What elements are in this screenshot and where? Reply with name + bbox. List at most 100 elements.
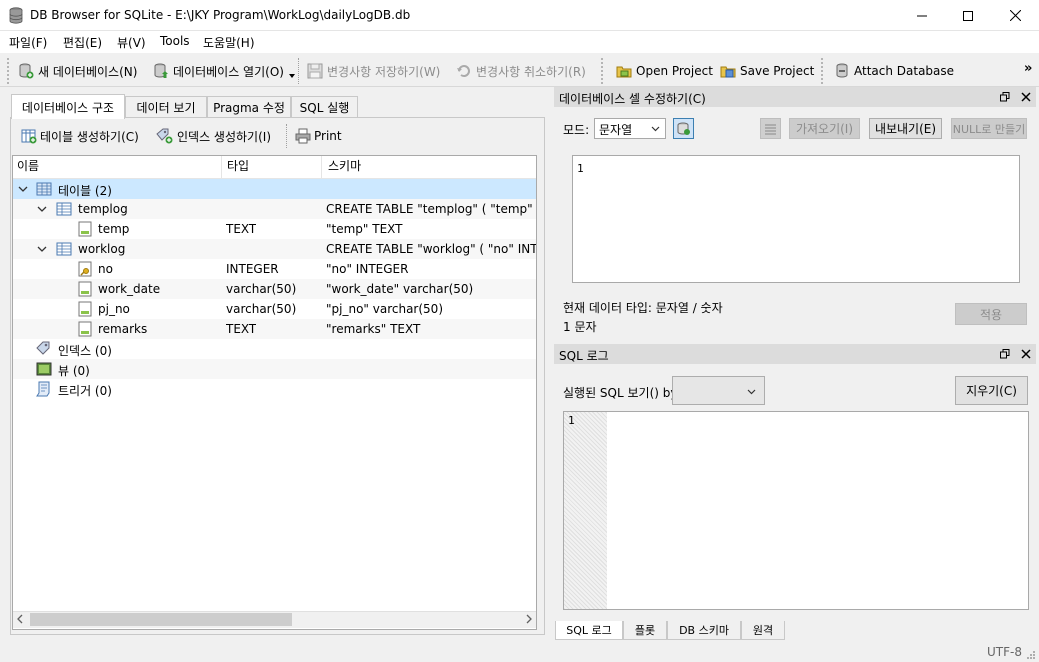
tab-execute-sql[interactable]: SQL 실행 [291,96,358,118]
save-disk-icon [307,63,323,79]
float-dock-icon[interactable] [1000,349,1010,359]
menu-edit[interactable]: 편집(E) [63,34,102,51]
apply-button[interactable]: 적용 [955,303,1027,325]
printer-icon [295,128,311,144]
mode-select[interactable]: 문자열 [594,118,666,139]
close-icon [1009,10,1021,21]
sql-submitter-select[interactable] [672,376,765,405]
close-window-button[interactable] [992,0,1038,31]
scroll-left-icon[interactable] [16,614,24,624]
print-label: Print [314,129,342,143]
open-database-icon [154,63,168,78]
chevron-down-icon[interactable] [18,184,28,194]
save-project-button[interactable]: Save Project [720,60,814,82]
tab-database-structure[interactable]: 데이터베이스 구조 [11,94,125,119]
scrollbar-thumb[interactable] [30,613,292,626]
chevron-down-icon[interactable] [37,244,47,254]
create-index-button[interactable]: 인덱스 생성하기(I) [156,126,271,146]
tree-label: no [98,262,113,276]
menu-file[interactable]: 파일(F) [9,34,47,51]
import-button[interactable]: 가져오기(I) [789,118,860,139]
tables-folder-icon [36,182,52,196]
menu-bar [0,31,1039,53]
column-divider[interactable] [321,156,322,178]
column-divider[interactable] [221,156,222,178]
attach-database-icon [836,63,848,78]
menu-help[interactable]: 도움말(H) [203,34,255,51]
create-table-icon [21,129,37,144]
tab-edit-pragmas[interactable]: Pragma 수정 [207,96,291,118]
set-null-button[interactable]: NULL로 만들기 [951,118,1027,139]
export-button[interactable]: 내보내기(E) [869,118,942,139]
current-type-label: 현재 데이터 타입: 문자열 / 숫자 [563,301,723,315]
write-changes-button[interactable]: 변경사항 저장하기(W) [307,60,440,82]
tree-label: 뷰 (0) [58,364,90,378]
sql-log-title: SQL 로그 [559,349,609,363]
write-changes-label: 변경사항 저장하기(W) [327,64,441,79]
dropdown-arrow-icon[interactable] [288,72,296,80]
attach-database-label: Attach Database [854,64,955,78]
tree-label: pj_no [98,302,130,316]
encoding-status: UTF-8 [987,645,1022,659]
open-database-label: 데이터베이스 열기(O) [173,64,284,79]
open-project-button[interactable]: Open Project [616,60,713,82]
word-wrap-button[interactable] [760,118,781,139]
column-header-type[interactable]: 타입 [227,157,249,174]
chevron-down-icon [651,126,660,132]
create-index-label: 인덱스 생성하기(I) [177,129,271,144]
menu-view[interactable]: 뷰(V) [117,34,146,51]
close-dock-icon[interactable] [1021,349,1031,359]
view-icon [36,362,52,376]
toolbar-grip[interactable] [601,58,604,84]
auto-switch-mode-button[interactable] [673,118,694,139]
open-project-icon [616,66,632,78]
maximize-icon [963,10,973,21]
window-title: DB Browser for SQLite - E:\JKY Program\W… [30,8,411,22]
tree-type: varchar(50) [226,302,297,316]
toolbar-grip[interactable] [821,58,824,84]
column-header-schema[interactable]: 스키마 [328,157,361,174]
minimize-button[interactable] [899,0,945,31]
tree-label: 트리거 (0) [58,384,112,398]
revert-changes-button[interactable]: 변경사항 취소하기(R) [456,60,586,82]
menu-tools[interactable]: Tools [160,34,190,48]
create-table-button[interactable]: 테이블 생성하기(C) [21,126,139,146]
toolbar-overflow-button[interactable]: » [1024,61,1032,76]
index-tag-icon [36,341,50,355]
tree-label: 테이블 (2) [58,184,112,198]
print-button[interactable]: Print [295,126,342,146]
toolbar-grip[interactable] [7,58,10,84]
tab-db-schema[interactable]: DB 스키마 [667,621,741,640]
field-icon [78,321,92,337]
open-database-button[interactable]: 데이터베이스 열기(O) [153,60,296,82]
create-index-icon [156,128,173,144]
toolbar-separator [298,58,299,84]
maximize-button[interactable] [945,0,991,31]
field-icon [78,281,92,297]
clear-log-button[interactable]: 지우기(C) [955,376,1028,405]
tab-plot[interactable]: 플롯 [623,621,667,640]
log-line-number: 1 [568,414,575,427]
close-dock-icon[interactable] [1021,92,1031,102]
sql-log-dock-title[interactable] [554,344,1036,364]
attach-database-button[interactable]: Attach Database [834,60,954,82]
resize-grip-icon[interactable] [1026,650,1036,660]
tab-sql-log[interactable]: SQL 로그 [555,621,623,640]
scroll-right-icon[interactable] [525,614,533,624]
tab-browse-data[interactable]: 데이터 보기 [125,96,207,118]
float-dock-icon[interactable] [1000,92,1010,102]
new-database-button[interactable]: 새 데이터베이스(N) [18,60,137,82]
cell-value-editor[interactable]: 1 [572,155,1020,283]
column-header-name[interactable]: 이름 [17,157,39,174]
tree-label: 인덱스 (0) [58,344,112,358]
field-icon [78,301,92,317]
chevron-down-icon[interactable] [37,204,47,214]
editor-line-number: 1 [577,162,584,175]
tree-row-views[interactable] [13,359,536,379]
field-icon [78,221,92,237]
tab-remote[interactable]: 원격 [741,621,785,640]
cell-editor-title: 데이터베이스 셀 수정하기(C) [559,92,706,106]
tree-type: varchar(50) [226,282,297,296]
toolbar-separator [286,124,287,148]
sql-log-editor[interactable] [563,411,1029,610]
